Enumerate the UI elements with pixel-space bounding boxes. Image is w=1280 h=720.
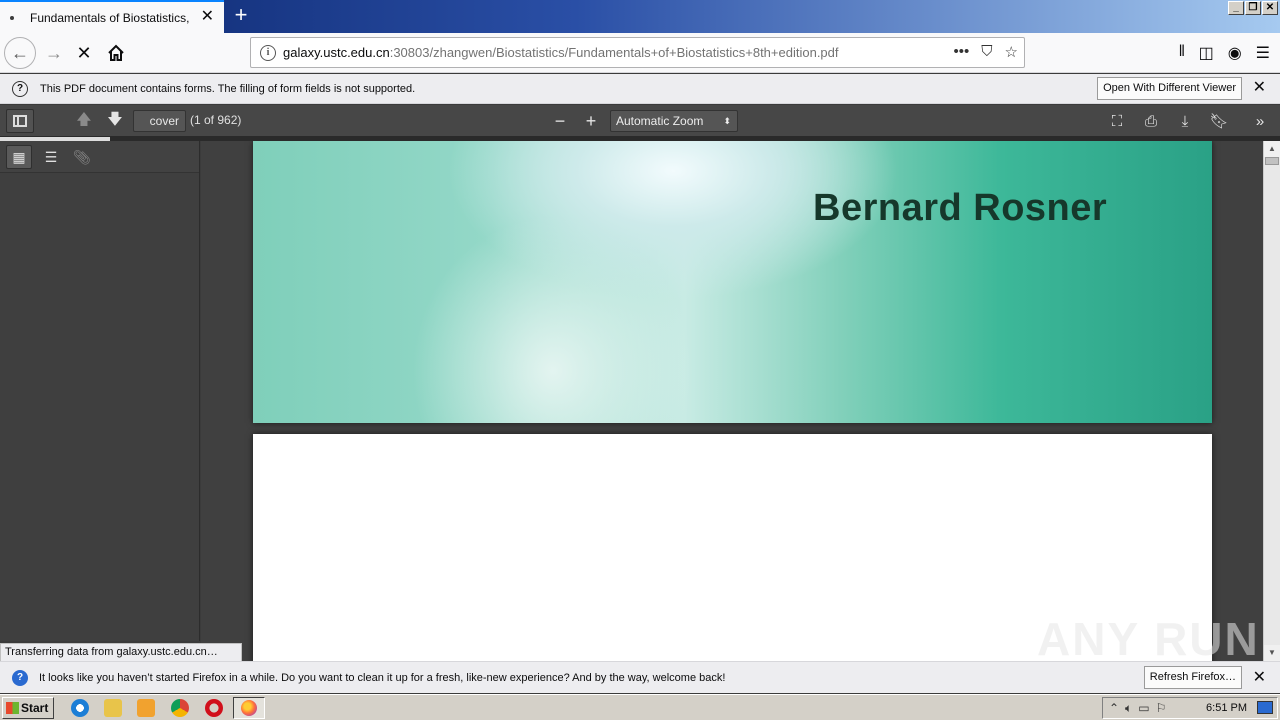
url-host: galaxy.ustc.edu.cn xyxy=(283,45,390,60)
question-icon: ? xyxy=(12,80,28,97)
page-count: (1 of 962) xyxy=(190,113,242,127)
url-text[interactable]: galaxy.ustc.edu.cn:30803/zhangwen/Biosta… xyxy=(283,45,943,60)
tab-title: Fundamentals of Biostatistics, 8th editi… xyxy=(30,10,192,25)
refresh-firefox-button[interactable]: Refresh Firefox… xyxy=(1143,666,1242,689)
media-player-icon[interactable] xyxy=(137,699,155,717)
outline-button[interactable]: ☰ xyxy=(38,145,64,169)
start-button[interactable]: Start xyxy=(2,697,54,719)
windows-taskbar: Start ⌃🔈︎▭⚐ 6:51 PM xyxy=(0,694,1280,720)
page-number-input[interactable]: cover xyxy=(133,110,186,132)
scroll-up-icon[interactable]: ▲ xyxy=(1264,141,1280,157)
system-tray: ⌃🔈︎▭⚐ 6:51 PM xyxy=(1102,697,1278,719)
url-bar[interactable]: i galaxy.ustc.edu.cn:30803/zhangwen/Bios… xyxy=(250,37,1025,68)
toolbar-right: 𝍪 ◫ ◉ ☰ xyxy=(1179,33,1280,73)
start-label: Start xyxy=(21,701,49,715)
previous-page-button[interactable]: 🡅 xyxy=(72,109,96,133)
library-icon[interactable]: 𝍪 xyxy=(1179,40,1184,67)
scroll-down-icon[interactable]: ▼ xyxy=(1264,645,1280,661)
pocket-icon[interactable]: ⛉ xyxy=(981,43,992,61)
download-icon: ⤓ xyxy=(1181,112,1189,130)
window-controls: _ ❐ ✕ xyxy=(1228,1,1278,15)
arrow-up-icon: 🡅 xyxy=(76,110,92,128)
zoom-value: Automatic Zoom xyxy=(616,114,704,128)
arrow-down-icon: 🡇 xyxy=(107,110,123,128)
tab-active[interactable]: Fundamentals of Biostatistics, 8th editi… xyxy=(0,0,224,33)
stop-button[interactable]: ✕ xyxy=(68,37,100,69)
show-desktop-icon[interactable] xyxy=(1257,701,1273,714)
internet-explorer-icon[interactable] xyxy=(71,699,89,717)
sidebar-tabs: ▦ ☰ 📎︎ xyxy=(0,141,199,173)
tab-strip: Fundamentals of Biostatistics, 8th editi… xyxy=(0,0,1280,33)
pdf-viewer[interactable]: Bernard Rosner xyxy=(201,141,1263,661)
zoom-select[interactable]: Automatic Zoom ⬍ xyxy=(610,110,738,132)
scroll-thumb[interactable] xyxy=(1265,157,1279,165)
new-tab-button[interactable]: + xyxy=(230,4,252,28)
refresh-message: It looks like you haven’t started Firefo… xyxy=(39,671,726,684)
forward-button[interactable]: → xyxy=(38,37,70,69)
arrow-left-icon: ← xyxy=(11,42,29,63)
loading-dot-icon xyxy=(10,15,14,20)
updown-arrow-icon: ⬍ xyxy=(723,116,731,126)
attachments-button[interactable]: 📎︎ xyxy=(69,145,95,169)
account-icon[interactable]: ◉ xyxy=(1228,43,1242,63)
zoom-in-button[interactable]: + xyxy=(580,109,602,133)
close-window-button[interactable]: ✕ xyxy=(1262,1,1278,15)
list-icon: ☰ xyxy=(44,148,58,165)
back-button[interactable]: ← xyxy=(4,37,36,69)
refresh-close-icon[interactable]: ✕ xyxy=(1253,670,1266,686)
windows-logo-icon xyxy=(6,702,19,714)
tray-icons[interactable]: ⌃🔈︎▭⚐ xyxy=(1109,701,1172,716)
url-actions: ••• ⛉ ☆ xyxy=(954,43,1018,61)
fullscreen-icon: ⛶ xyxy=(1111,112,1123,130)
help-icon: ? xyxy=(12,669,28,686)
paperclip-icon: 📎︎ xyxy=(73,148,91,165)
sidebar-toggle-icon xyxy=(13,115,27,127)
vertical-scrollbar[interactable]: ▲ ▼ xyxy=(1263,141,1280,661)
grid-icon: ▦ xyxy=(12,148,26,165)
firefox-taskbar-button[interactable] xyxy=(233,697,265,719)
toggle-sidebar-button[interactable] xyxy=(6,109,34,133)
site-info-icon[interactable]: i xyxy=(260,44,276,61)
current-view-button[interactable]: 🔖︎ xyxy=(1208,109,1230,133)
home-icon xyxy=(108,44,124,61)
download-button[interactable]: ⤓ xyxy=(1174,109,1196,133)
menu-icon[interactable]: ☰ xyxy=(1256,43,1270,63)
refresh-firefox-notification: ? It looks like you haven’t started Fire… xyxy=(0,661,1280,693)
notification-close-icon[interactable]: ✕ xyxy=(1253,80,1266,96)
page-actions-icon[interactable]: ••• xyxy=(954,43,970,61)
pdf-sidebar: ▦ ☰ 📎︎ xyxy=(0,141,200,641)
url-path: :30803/zhangwen/Biostatistics/Fundamenta… xyxy=(389,45,839,60)
sidebar-icon[interactable]: ◫ xyxy=(1199,43,1214,63)
opera-icon[interactable] xyxy=(205,699,223,717)
print-button[interactable]: ⎙ xyxy=(1140,109,1162,133)
home-button[interactable] xyxy=(100,37,132,69)
thumbnails-button[interactable]: ▦ xyxy=(6,145,32,169)
tools-button[interactable]: » xyxy=(1249,109,1271,133)
pdf-toolbar: 🡅 🡇 cover (1 of 962) − + Automatic Zoom ⬍… xyxy=(0,105,1280,137)
status-text: Transferring data from galaxy.ustc.edu.c… xyxy=(0,643,242,662)
tab-close-icon[interactable]: ✕ xyxy=(201,8,214,26)
double-chevron-right-icon: » xyxy=(1255,112,1265,130)
open-different-viewer-button[interactable]: Open With Different Viewer xyxy=(1097,77,1242,100)
next-page-button[interactable]: 🡇 xyxy=(103,109,127,133)
zoom-out-button[interactable]: − xyxy=(549,109,571,133)
chrome-icon[interactable] xyxy=(171,699,189,717)
notification-message: This PDF document contains forms. The fi… xyxy=(40,82,416,95)
arrow-right-icon: → xyxy=(45,42,63,63)
restore-button[interactable]: ❐ xyxy=(1245,1,1261,15)
minimize-button[interactable]: _ xyxy=(1228,1,1244,15)
bookmark-star-icon[interactable]: ☆ xyxy=(1005,43,1018,61)
pdf-page-cover: Bernard Rosner xyxy=(253,141,1212,423)
stop-x-icon: ✕ xyxy=(76,42,92,63)
navigation-bar: ← → ✕ i galaxy.ustc.edu.cn:30803/zhangwe… xyxy=(0,33,1280,73)
bookmark-icon: 🔖︎ xyxy=(1209,113,1229,130)
folder-icon[interactable] xyxy=(104,699,122,717)
printer-icon: ⎙ xyxy=(1144,112,1157,130)
pdf-forms-notification: ? This PDF document contains forms. The … xyxy=(0,74,1280,104)
clock[interactable]: 6:51 PM xyxy=(1206,702,1247,714)
cover-author: Bernard Rosner xyxy=(813,187,1108,229)
presentation-mode-button[interactable]: ⛶ xyxy=(1106,109,1128,133)
watermark: ANY RUN xyxy=(1037,613,1260,665)
